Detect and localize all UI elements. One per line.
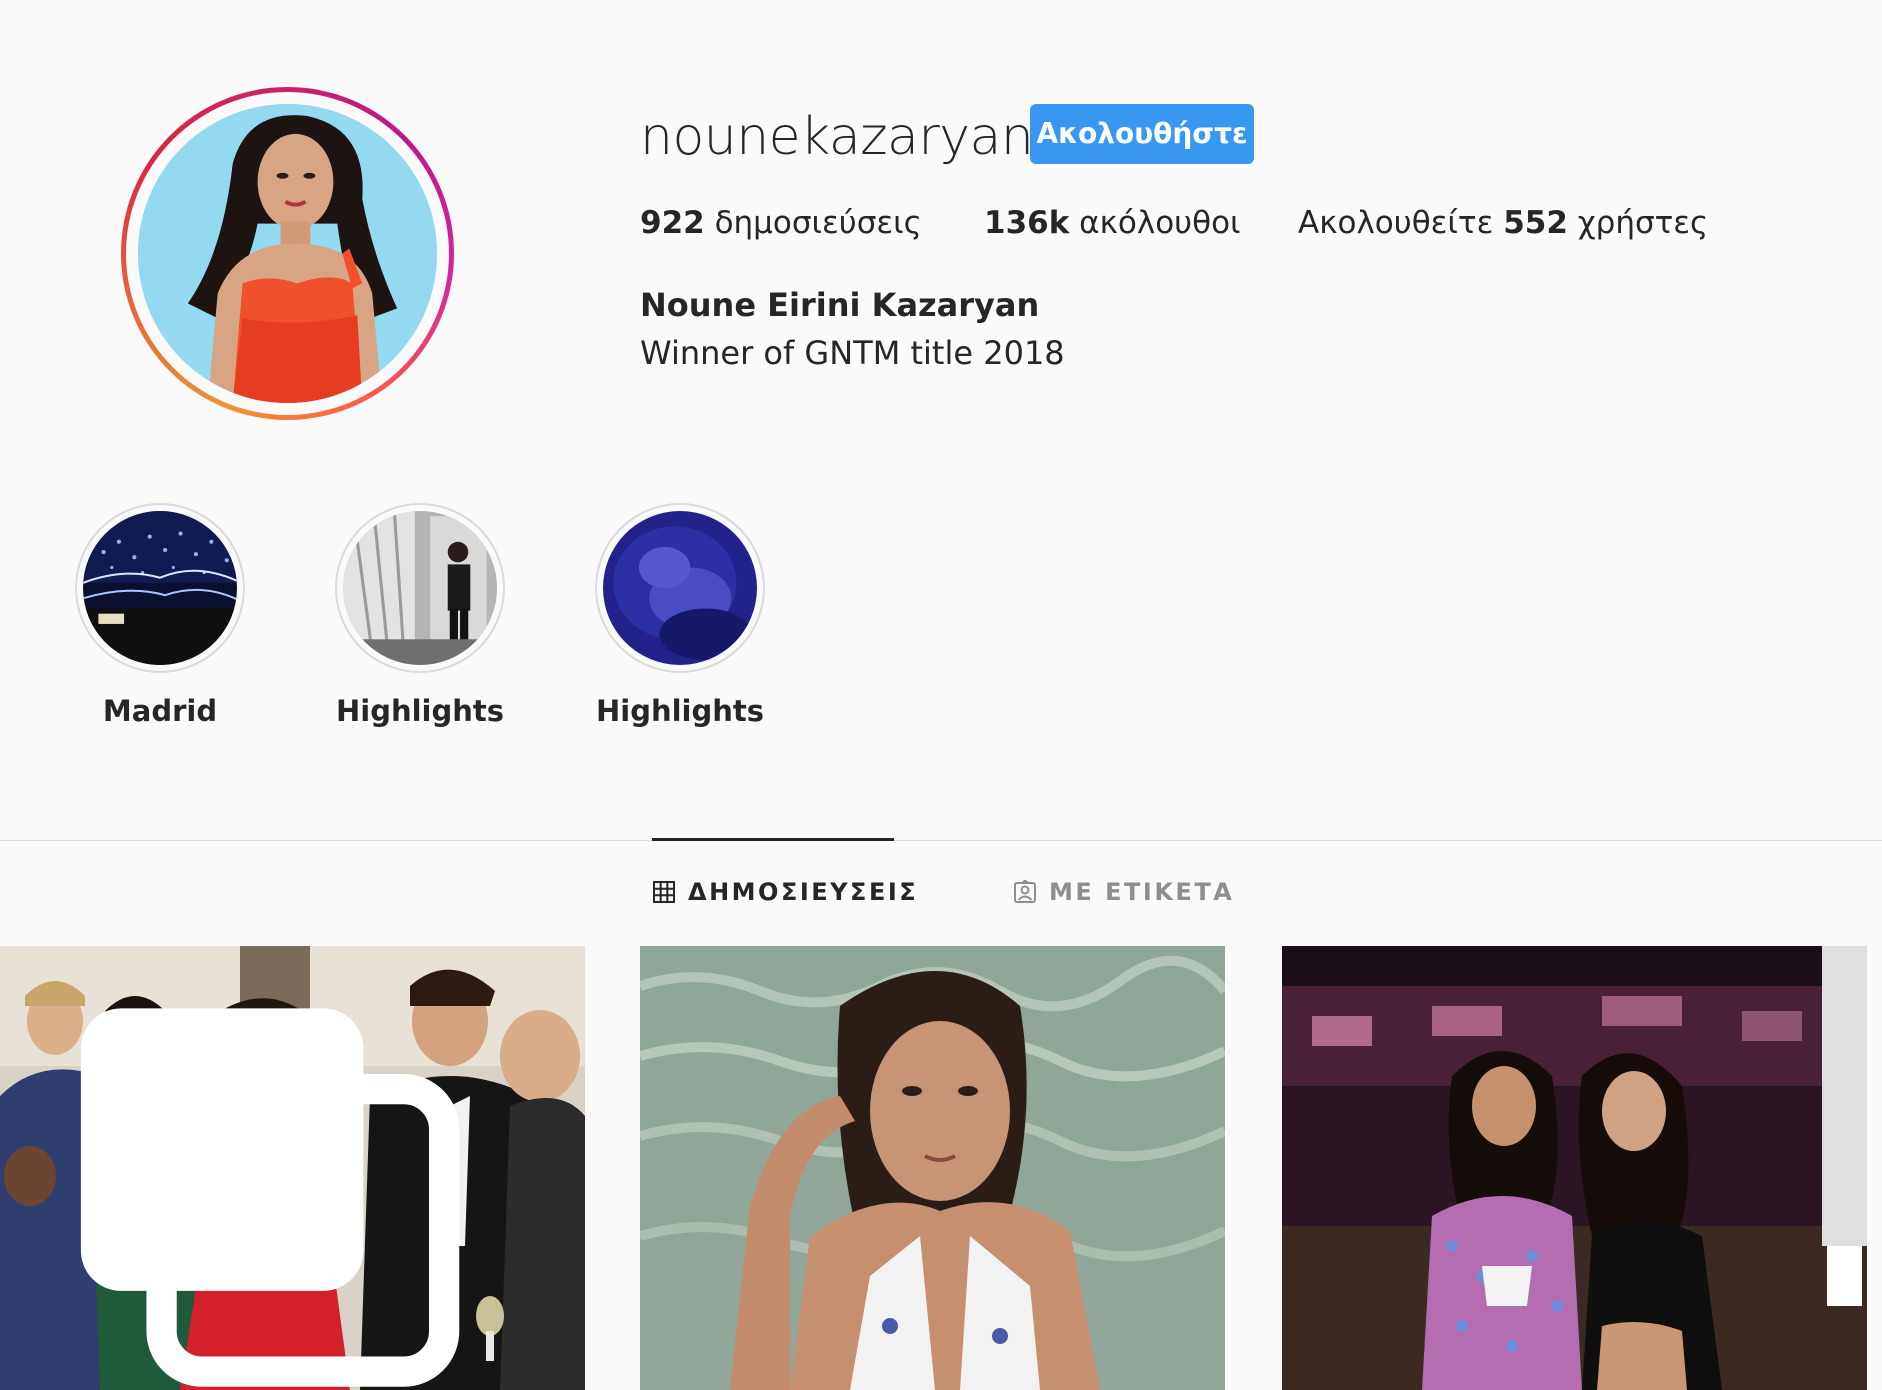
highlight-image <box>603 511 757 665</box>
highlight-2[interactable]: Highlights <box>550 503 810 729</box>
full-name: Noune Eirini Kazaryan <box>640 286 1040 324</box>
tab-tagged[interactable]: ΜΕ ΕΤΙΚΕΤΑ <box>1013 872 1234 912</box>
highlight-cover <box>83 511 237 665</box>
followers-label: ακόλουθοι <box>1069 205 1241 241</box>
avatar-image <box>138 104 437 403</box>
post-thumbnail[interactable] <box>640 946 1225 1390</box>
highlight-madrid[interactable]: Madrid <box>30 503 290 729</box>
highlight-ring[interactable] <box>595 503 765 673</box>
highlight-label: Highlights <box>595 694 765 728</box>
avatar-gap <box>126 92 449 415</box>
profile-avatar[interactable] <box>121 87 454 420</box>
post-image <box>1282 946 1867 1390</box>
following-prefix: Ακολουθείτε <box>1298 205 1504 241</box>
followers-count: 136k <box>984 205 1070 241</box>
active-tab-indicator <box>652 838 894 841</box>
following-stat[interactable]: Ακολουθείτε 552 χρήστες <box>1298 202 1708 244</box>
tagged-icon <box>1014 880 1036 903</box>
tab-posts[interactable]: ΔΗΜΟΣΙΕΥΣΕΙΣ <box>652 872 918 912</box>
highlight-ring[interactable] <box>75 503 245 673</box>
highlight-1[interactable]: Highlights <box>290 503 550 729</box>
highlight-cover <box>603 511 757 665</box>
tabs-divider <box>0 840 1882 841</box>
highlight-label: Madrid <box>102 694 218 728</box>
posts-count: 922 <box>640 205 705 241</box>
tab-posts-label: ΔΗΜΟΣΙΕΥΣΕΙΣ <box>688 878 919 906</box>
highlight-label: Highlights <box>335 694 505 728</box>
bio: Winner of GNTM title 2018 <box>640 334 1065 372</box>
highlight-ring[interactable] <box>335 503 505 673</box>
username: nounekazaryan <box>640 107 1034 167</box>
post-image <box>640 946 1225 1390</box>
posts-label: δημοσιεύσεις <box>704 205 922 241</box>
highlight-image <box>343 511 497 665</box>
post-thumbnail[interactable] <box>0 946 585 1390</box>
highlight-cover <box>343 511 497 665</box>
following-suffix: χρήστες <box>1567 205 1709 241</box>
avatar-photo <box>138 104 437 403</box>
follow-button[interactable]: Ακολουθήστε <box>1030 104 1254 164</box>
followers-stat[interactable]: 136k ακόλουθοι <box>984 202 1241 244</box>
tab-tagged-label: ΜΕ ΕΤΙΚΕΤΑ <box>1049 878 1235 906</box>
following-count: 552 <box>1503 205 1568 241</box>
highlight-image <box>83 511 237 665</box>
posts-stat: 922 δημοσιεύσεις <box>640 202 922 244</box>
post-thumbnail[interactable] <box>1282 946 1867 1390</box>
multiple-photos-icon <box>80 1008 460 1387</box>
grid-icon <box>653 881 675 903</box>
